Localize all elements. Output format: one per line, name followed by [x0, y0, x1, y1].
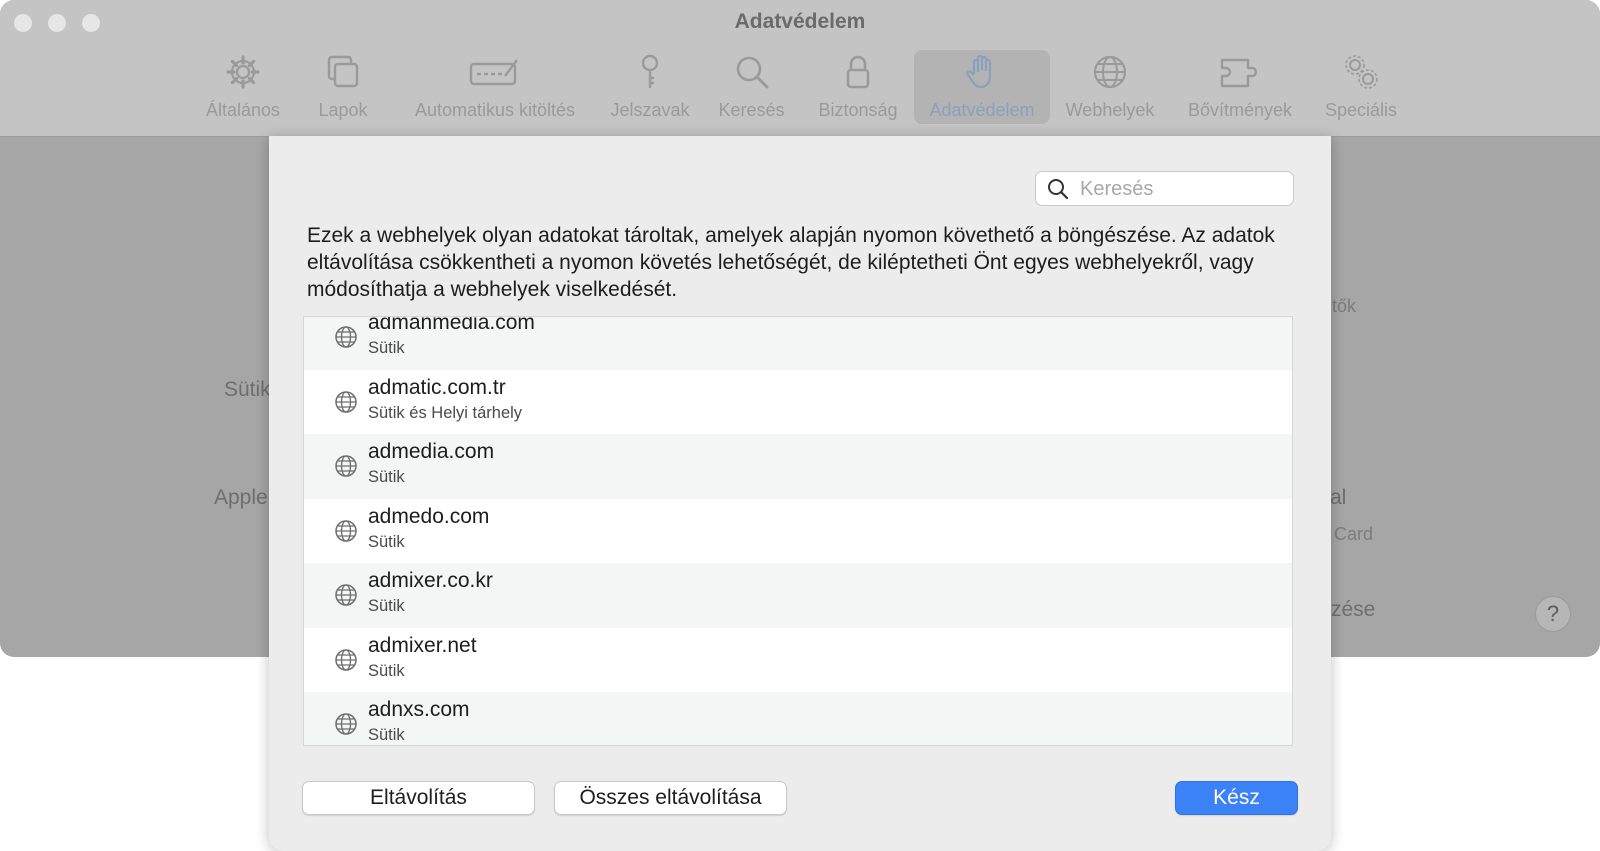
window-title: Adatvédelem: [734, 10, 866, 33]
bg-right-fragment-3: Card: [1334, 524, 1374, 544]
site-data-type: Sütik: [368, 597, 405, 615]
search-icon: [709, 52, 794, 96]
site-name: admatic.com.tr: [368, 375, 506, 399]
toolbar-privacy[interactable]: Adatvédelem: [914, 50, 1050, 124]
bg-right-fragment-4: zése: [1331, 598, 1376, 621]
remove-all-button[interactable]: Összes eltávolítása: [554, 781, 787, 815]
window-toolbar: Adatvédelem Általános Lapok Automatikus …: [0, 0, 1600, 137]
site-name: adnxs.com: [368, 698, 470, 721]
remove-button[interactable]: Eltávolítás: [302, 781, 535, 815]
site-data-type: Sütik: [368, 339, 405, 357]
globe-icon: [335, 455, 357, 477]
globe-icon: [335, 584, 357, 606]
list-item[interactable]: admixer.net Sütik: [304, 628, 1292, 693]
toolbar-advanced[interactable]: Speciális: [1315, 50, 1407, 124]
toolbar-autofill[interactable]: Automatikus kitöltés: [400, 50, 590, 124]
website-data-list[interactable]: admanmedia.com Sütik admatic.com.tr Süti…: [303, 316, 1293, 746]
hand-icon: [914, 52, 1050, 96]
tabs-icon: [303, 52, 383, 96]
bg-apple-label: Apple: [214, 486, 268, 509]
toolbar-passwords[interactable]: Jelszavak: [605, 50, 695, 124]
description-text: Ezek a webhelyek olyan adatokat tároltak…: [307, 224, 1275, 301]
globe-icon: [1060, 52, 1160, 96]
key-icon: [605, 52, 695, 96]
autofill-icon: [400, 52, 590, 96]
search-icon: [1048, 179, 1069, 200]
site-name: admedo.com: [368, 504, 490, 528]
globe-icon: [335, 713, 357, 735]
toolbar-extensions[interactable]: Bővítmények: [1175, 50, 1305, 124]
globe-icon: [335, 390, 357, 413]
toolbar-security[interactable]: Biztonság: [808, 50, 908, 124]
toolbar-search[interactable]: Keresés: [709, 50, 794, 124]
bg-right-fragment-2: al: [1330, 486, 1347, 509]
list-item[interactable]: admedo.com Sütik: [304, 499, 1292, 564]
globe-icon: [335, 326, 357, 348]
bg-cookies-label: Sütik: [224, 378, 271, 401]
list-item[interactable]: admedia.com Sütik: [304, 434, 1292, 499]
site-data-type: Sütik: [368, 532, 405, 551]
list-item[interactable]: admanmedia.com Sütik: [304, 316, 1292, 370]
toolbar-websites[interactable]: Webhelyek: [1060, 50, 1160, 124]
site-name: admixer.co.kr: [368, 569, 493, 592]
site-name: admixer.net: [368, 633, 477, 657]
site-name: admedia.com: [368, 440, 495, 463]
lock-icon: [808, 52, 908, 96]
gear-icon: [198, 52, 288, 96]
toolbar-tabs[interactable]: Lapok: [303, 50, 383, 124]
globe-icon: [335, 519, 357, 542]
done-button[interactable]: Kész: [1175, 781, 1298, 815]
toolbar-general[interactable]: Általános: [198, 50, 288, 124]
site-data-type: Sütik: [368, 726, 405, 744]
bg-right-fragment-1: tők: [1332, 296, 1357, 316]
list-item[interactable]: admatic.com.tr Sütik és Helyi tárhely: [304, 370, 1292, 435]
site-data-type: Sütik: [368, 661, 405, 680]
list-item[interactable]: admixer.co.kr Sütik: [304, 563, 1292, 628]
help-button[interactable]: ?: [1535, 596, 1571, 632]
site-name: admanmedia.com: [368, 316, 535, 334]
puzzle-icon: [1175, 52, 1305, 96]
search-field[interactable]: [1035, 171, 1294, 206]
gears-icon: [1315, 52, 1407, 96]
site-data-type: Sütik és Helyi tárhely: [368, 403, 523, 422]
search-input[interactable]: [1078, 175, 1287, 204]
site-data-type: Sütik: [368, 468, 405, 486]
list-item[interactable]: adnxs.com Sütik: [304, 692, 1292, 745]
globe-icon: [335, 648, 357, 671]
